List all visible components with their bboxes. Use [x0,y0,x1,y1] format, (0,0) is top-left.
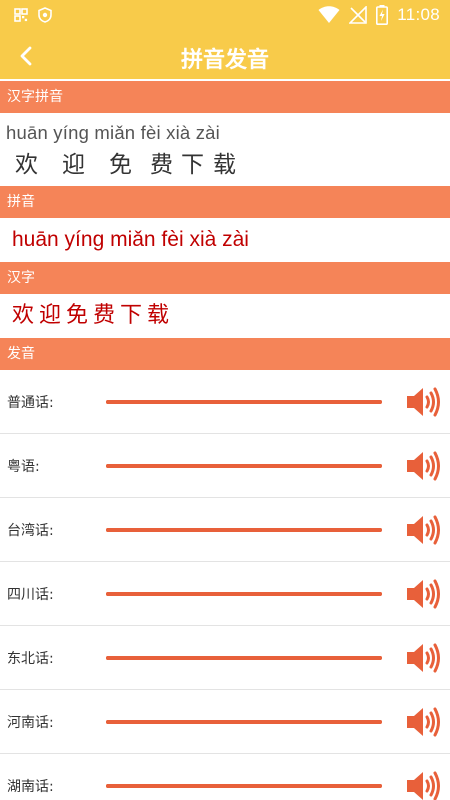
ruby-character: 迎 [62,152,85,178]
speaker-volume-icon[interactable] [405,641,443,675]
section-header-hanzi-pinyin: 汉字拼音 [0,81,450,113]
audio-progress-bar[interactable] [106,656,382,660]
dialect-row-northeastern: 东北话: [0,626,450,690]
pinyin-text: huān yíng miǎn fèi xià zài [12,228,249,251]
audio-progress-bar[interactable] [106,528,382,532]
speaker-volume-icon[interactable] [405,385,443,419]
dialect-label: 湖南话: [7,779,54,795]
grid-icon [14,8,28,22]
hanzi-text: 欢迎免费下载 [12,303,175,328]
battery-charging-icon [376,5,389,25]
dialect-row-sichuanese: 四川话: [0,562,450,626]
ruby-character: 费 [150,152,173,178]
shield-icon [38,7,52,23]
ruby-pinyin-line: huān yíng miǎn fèi xià zài [6,122,220,143]
progress-fill [106,400,382,404]
ruby-hanzi-row: 欢 迎 免 费 下 载 [0,145,450,178]
progress-fill [106,656,382,660]
ruby-character: 下 [181,152,204,178]
progress-fill [106,784,382,788]
status-time: 11:08 [397,5,440,24]
speaker-volume-icon[interactable] [405,513,443,547]
section-header-pinyin: 拼音 [0,186,450,218]
page-title: 拼音发音 [180,48,269,73]
progress-fill [106,464,382,468]
speaker-volume-icon[interactable] [405,705,443,739]
hanzi-block: 欢迎免费下载 [0,294,450,338]
dialect-row-hunanese: 湖南话: [0,754,450,800]
dialect-label: 普通话: [7,395,54,411]
ruby-character: 免 [109,152,132,178]
section-header-pronunciation: 发音 [0,338,450,370]
pinyin-ruby-block: huān yíng miǎn fèi xià zài 欢 迎 免 费 下 载 [0,113,450,184]
section-header-hanzi: 汉字 [0,262,450,294]
app-bar: 拼音发音 [0,32,450,79]
status-left-icons [14,7,52,23]
audio-progress-bar[interactable] [106,720,382,724]
dialect-label: 台湾话: [7,523,54,539]
audio-progress-bar[interactable] [106,400,382,404]
dialect-row-henanese: 河南话: [0,690,450,754]
dialect-label: 粤语: [7,459,40,475]
dialect-label: 四川话: [7,587,54,603]
wifi-icon [318,6,340,23]
no-signal-icon [349,6,368,24]
dialect-row-cantonese: 粤语: [0,434,450,498]
audio-progress-bar[interactable] [106,592,382,596]
audio-progress-bar[interactable] [106,464,382,468]
progress-fill [106,720,382,724]
status-right-icons: 11:08 [318,5,440,25]
dialect-label: 河南话: [7,715,54,731]
dialect-label: 东北话: [7,651,54,667]
ruby-character: 载 [213,152,236,178]
progress-fill [106,592,382,596]
pinyin-block: huān yíng miǎn fèi xià zài [0,218,450,262]
audio-progress-bar[interactable] [106,784,382,788]
speaker-volume-icon[interactable] [405,449,443,483]
speaker-volume-icon[interactable] [405,577,443,611]
ruby-character: 欢 [15,152,38,178]
status-bar: 11:08 [0,0,450,32]
progress-fill [106,528,382,532]
dialect-row-mandarin: 普通话: [0,370,450,434]
speaker-volume-icon[interactable] [405,769,443,800]
dialect-row-taiwanese: 台湾话: [0,498,450,562]
